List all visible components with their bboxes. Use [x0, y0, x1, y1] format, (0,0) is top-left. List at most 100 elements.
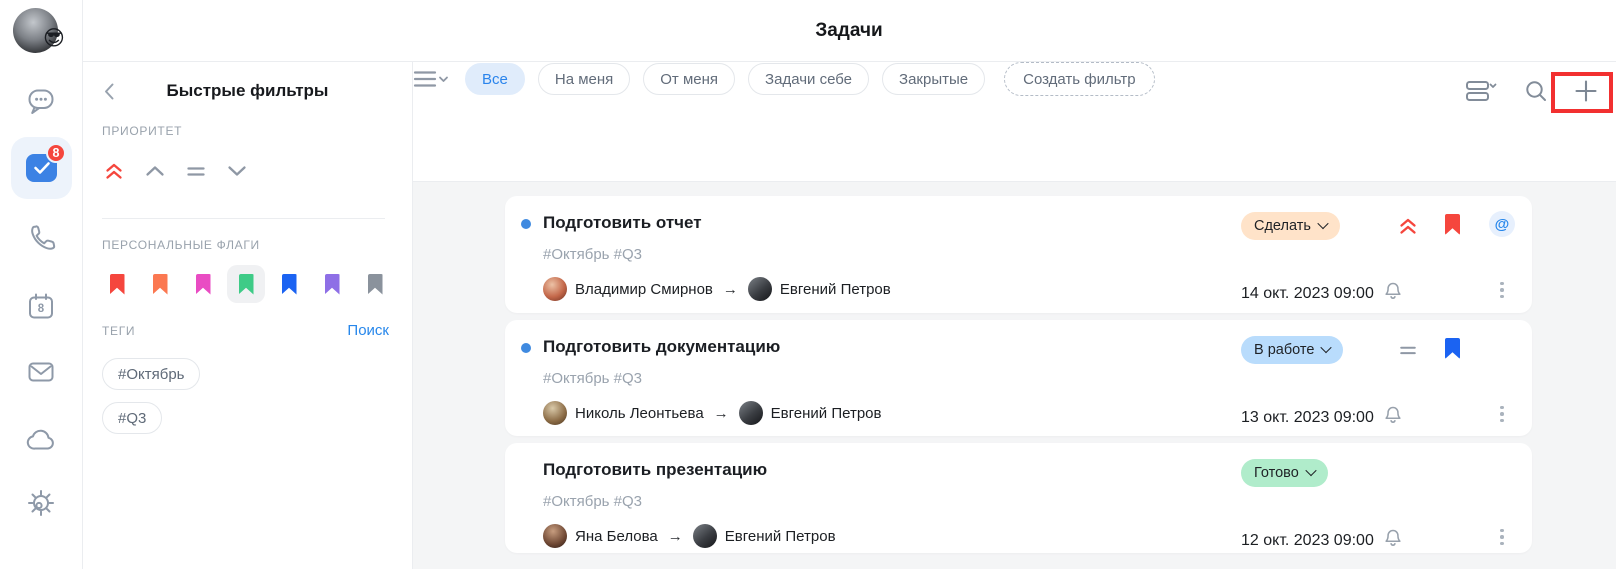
- annotation-highlight-add-task: [1551, 72, 1613, 113]
- calendar-day-number: 8: [38, 303, 45, 315]
- personal-flags-row: [98, 265, 394, 303]
- flag-green-button-selected[interactable]: [227, 265, 265, 303]
- chevron-down-icon: [1305, 464, 1316, 475]
- assignee-name: Евгений Петров: [725, 528, 836, 545]
- task-card[interactable]: Подготовить отчет #Октябрь #Q3 Владимир …: [505, 196, 1532, 313]
- flag-icon: [153, 274, 168, 295]
- priority-high-button[interactable]: [143, 158, 167, 184]
- reminder-bell-icon: [1383, 280, 1403, 308]
- panel-title: Быстрые фильтры: [82, 81, 413, 101]
- task-assignees: Владимир Смирнов → Евгений Петров: [543, 277, 891, 301]
- chip-all[interactable]: Все: [465, 63, 525, 95]
- status-label: Готово: [1254, 465, 1299, 481]
- priority-highest-button[interactable]: [102, 158, 126, 184]
- task-card[interactable]: Подготовить презентацию #Октябрь #Q3 Яна…: [505, 443, 1532, 553]
- task-meta: 12 окт. 2023 09:00: [1241, 527, 1403, 555]
- sidebar-item-calendar[interactable]: 8: [0, 290, 82, 324]
- search-button[interactable]: [1524, 79, 1548, 108]
- task-tags: #Октябрь #Q3: [543, 493, 642, 510]
- task-meta: 13 окт. 2023 09:00: [1241, 404, 1403, 432]
- search-icon: [1524, 79, 1548, 103]
- arrow-icon: →: [712, 405, 731, 422]
- flags-section-label: ПЕРСОНАЛЬНЫЕ ФЛАГИ: [102, 238, 260, 252]
- flag-icon[interactable]: [1445, 214, 1460, 235]
- priority-section-label: ПРИОРИТЕТ: [102, 124, 182, 138]
- flag-icon: [110, 274, 125, 295]
- flag-orange-button[interactable]: [141, 265, 179, 303]
- back-chevron-icon[interactable]: [102, 82, 120, 101]
- sidebar-item-mail[interactable]: [0, 355, 82, 389]
- due-date: 14 окт. 2023 09:00: [1241, 285, 1374, 303]
- avatar: [543, 277, 567, 301]
- task-menu-button[interactable]: [1497, 279, 1507, 301]
- flag-pink-button[interactable]: [184, 265, 222, 303]
- window-titlebar: Задачи: [82, 0, 1616, 62]
- chip-to-me[interactable]: На меня: [538, 63, 630, 95]
- assigner-name: Яна Белова: [575, 528, 658, 545]
- task-menu-button[interactable]: [1497, 403, 1507, 425]
- sidebar-item-calls[interactable]: [0, 220, 82, 254]
- task-assignees: Николь Леонтьева → Евгений Петров: [543, 401, 882, 425]
- status-label: В работе: [1254, 342, 1314, 358]
- tasks-icon: 8: [26, 154, 57, 182]
- due-date: 13 окт. 2023 09:00: [1241, 409, 1374, 427]
- cloud-icon: [25, 424, 57, 456]
- task-menu-button[interactable]: [1497, 526, 1507, 548]
- reminder-bell-icon: [1383, 404, 1403, 432]
- unread-dot: [521, 219, 531, 229]
- page-title: Задачи: [815, 20, 882, 42]
- flag-icon: [368, 274, 383, 295]
- task-meta: 14 окт. 2023 09:00: [1241, 280, 1403, 308]
- view-mode-button[interactable]: [1465, 79, 1498, 108]
- status-label: Сделать: [1254, 218, 1311, 234]
- chip-closed[interactable]: Закрытые: [882, 63, 985, 95]
- tasks-unread-badge: 8: [46, 143, 66, 163]
- assignee-name: Евгений Петров: [771, 405, 882, 422]
- sort-lines-chevron-icon: [413, 69, 449, 89]
- flag-icon[interactable]: [1445, 338, 1460, 359]
- task-title: Подготовить документацию: [543, 337, 780, 357]
- assignee-name: Евгений Петров: [780, 281, 891, 298]
- chevron-down-icon: [1321, 341, 1332, 352]
- calendar-icon: 8: [25, 291, 57, 323]
- tags-section-label: ТЕГИ: [102, 324, 135, 338]
- assigner-name: Владимир Смирнов: [575, 281, 713, 298]
- priority-normal-button[interactable]: [184, 158, 208, 184]
- task-card[interactable]: Подготовить документацию #Октябрь #Q3 Ни…: [505, 320, 1532, 436]
- task-assignees: Яна Белова → Евгений Петров: [543, 524, 836, 548]
- task-title: Подготовить отчет: [543, 213, 702, 233]
- status-dropdown[interactable]: Готово: [1241, 459, 1328, 487]
- list-view-icon: [1465, 79, 1498, 103]
- chevron-down-icon: [1317, 217, 1328, 228]
- create-filter-button[interactable]: Создать фильтр: [1004, 62, 1155, 96]
- priority-filter-row: [102, 158, 249, 184]
- avatar: [543, 524, 567, 548]
- tag-chip-q3[interactable]: #Q3: [102, 402, 162, 434]
- priority-low-button[interactable]: [225, 158, 249, 184]
- chip-from-me[interactable]: От меня: [643, 63, 735, 95]
- arrow-icon: →: [721, 281, 740, 298]
- sidebar-item-chats[interactable]: [0, 84, 82, 118]
- reminder-bell-icon: [1383, 527, 1403, 555]
- flag-purple-button[interactable]: [313, 265, 351, 303]
- flag-gray-button[interactable]: [356, 265, 394, 303]
- tags-search-link[interactable]: Поиск: [347, 322, 389, 339]
- status-dropdown[interactable]: В работе: [1241, 336, 1343, 364]
- settings-gear-icon: [25, 487, 57, 519]
- flag-red-button[interactable]: [98, 265, 136, 303]
- sidebar-item-settings[interactable]: [0, 486, 82, 520]
- status-dropdown[interactable]: Сделать: [1241, 212, 1340, 240]
- flag-blue-button[interactable]: [270, 265, 308, 303]
- chip-self-tasks[interactable]: Задачи себе: [748, 63, 869, 95]
- unread-dot: [521, 343, 531, 353]
- tasks-toolbar: Все На меня От меня Задачи себе Закрытые…: [413, 62, 1616, 182]
- mail-icon: [25, 356, 57, 388]
- sidebar-item-tasks-active[interactable]: 8: [11, 137, 72, 199]
- avatar: [748, 277, 772, 301]
- sidebar-item-cloud[interactable]: [0, 423, 82, 457]
- flag-icon: [239, 274, 254, 295]
- priority-high-icon: [1393, 216, 1423, 236]
- due-date: 12 окт. 2023 09:00: [1241, 532, 1374, 550]
- tag-chip-october[interactable]: #Октябрь: [102, 358, 200, 390]
- sort-button[interactable]: [413, 69, 449, 89]
